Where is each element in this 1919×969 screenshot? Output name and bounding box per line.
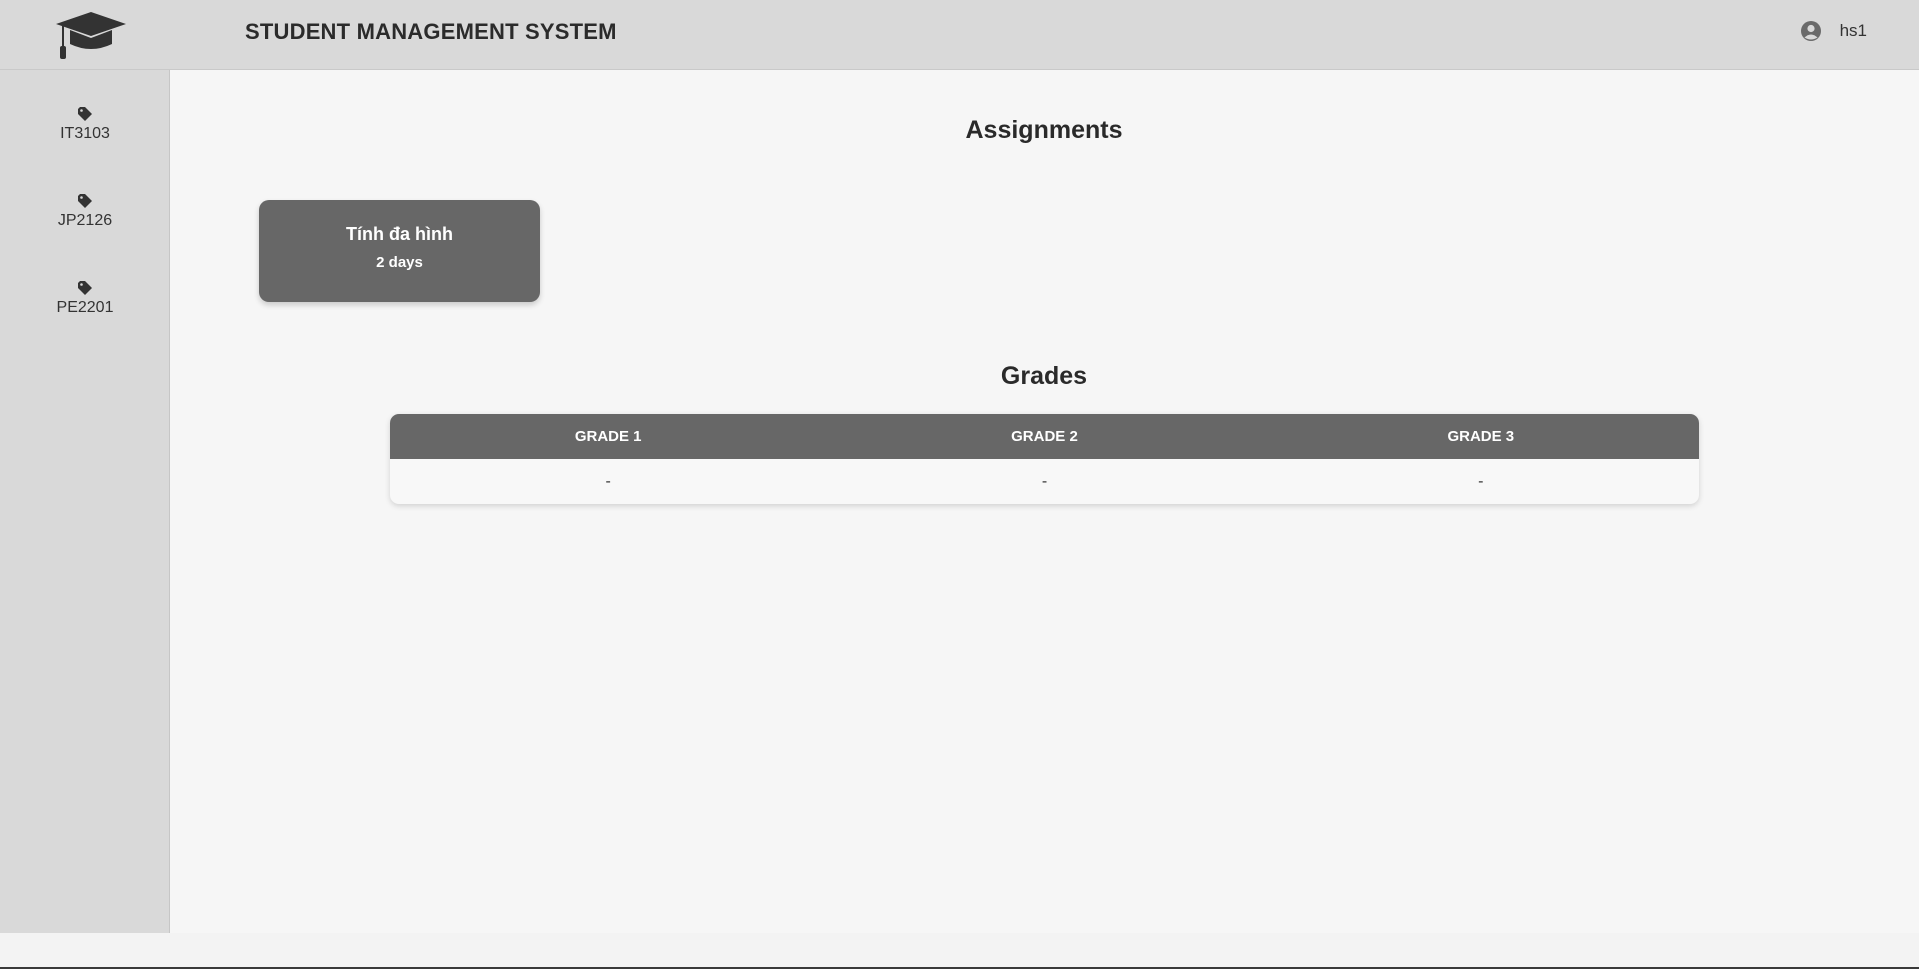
grades-heading: Grades [1000,362,1088,390]
sidebar-item-it3103[interactable]: IT3103 [0,88,170,148]
assignment-card[interactable]: Tính đa hình 2 days [259,200,540,302]
footer-strip [0,933,1919,967]
top-header: STUDENT MANAGEMENT SYSTEM hs1 [0,0,1919,70]
sidebar-item-pe2201[interactable]: PE2201 [0,262,170,322]
sidebar: IT3103 JP2126 PE2201 [0,70,170,933]
sidebar-item-label: JP2126 [57,212,113,229]
grade-2-header: GRADE 2 [1011,428,1078,445]
table-row: - - - [390,459,1699,504]
tag-icon [78,107,92,121]
sidebar-item-label: PE2201 [56,299,114,316]
grade-1-header: GRADE 1 [574,428,642,445]
tag-icon [78,281,92,295]
assignment-name: Tính đa hình [346,224,453,244]
username[interactable]: hs1 [1840,21,1867,41]
sidebar-item-label: IT3103 [60,125,110,142]
assignments-heading: Assignments [965,116,1123,144]
grades-header-row: GRADE 1 GRADE 2 GRADE 3 [390,414,1699,459]
user-menu[interactable]: hs1 [1800,20,1867,42]
grade-1-value: - [605,472,611,490]
assignment-due: 2 days [376,254,423,271]
grade-2-value: - [1041,472,1048,490]
graduation-cap-icon[interactable] [54,10,128,60]
user-circle-icon[interactable] [1800,20,1822,42]
tag-icon [78,194,92,208]
grades-table: GRADE 1 GRADE 2 GRADE 3 - - - [390,414,1699,504]
app-title: STUDENT MANAGEMENT SYSTEM [245,19,617,44]
grade-3-value: - [1478,472,1484,490]
sidebar-item-jp2126[interactable]: JP2126 [0,175,170,235]
grade-3-header: GRADE 3 [1447,428,1515,445]
